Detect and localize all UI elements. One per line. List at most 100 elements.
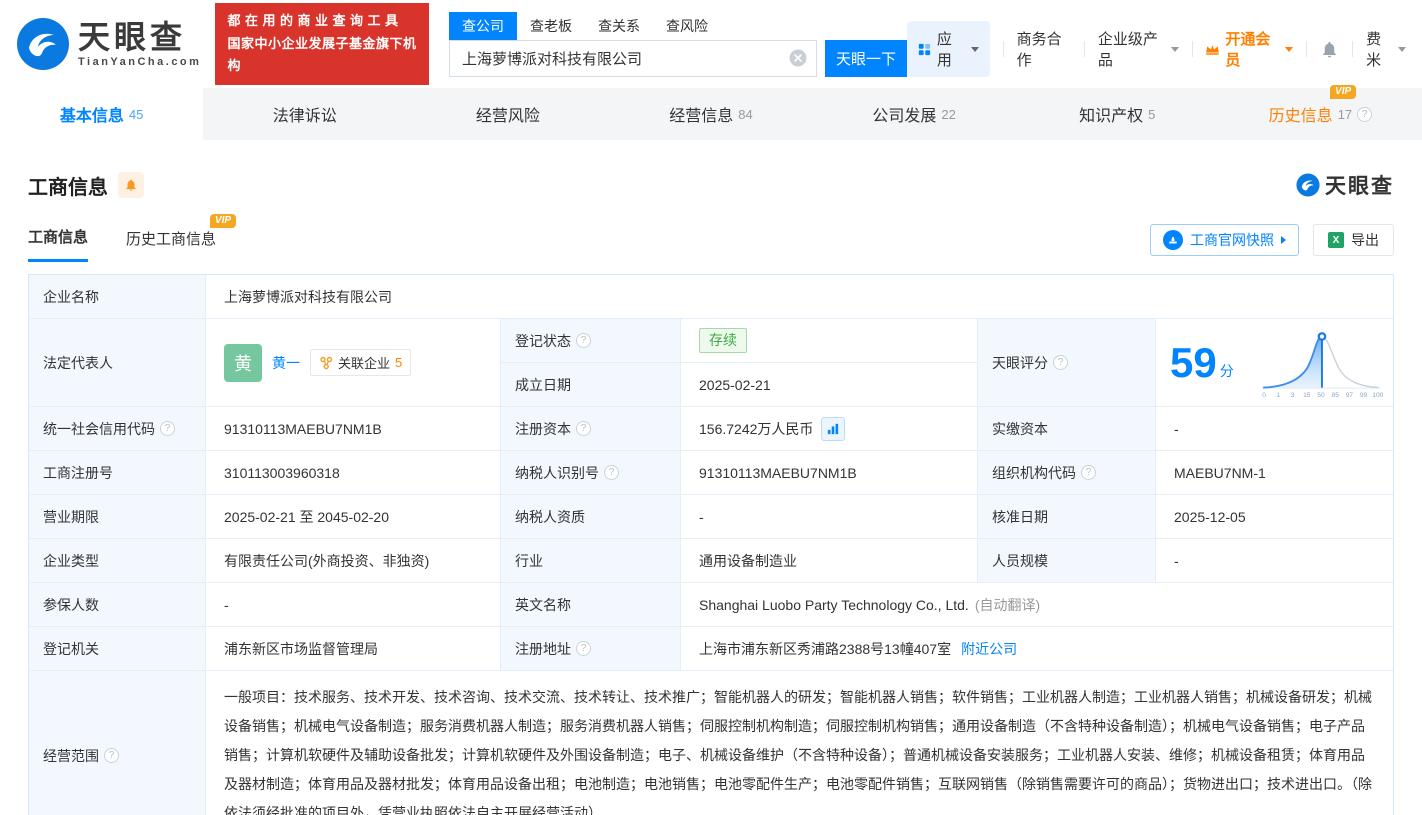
score-distribution-chart: 0 1 3 15 50 85 97 99 100: [1261, 331, 1384, 399]
apps-menu[interactable]: 应用: [907, 21, 990, 77]
svg-text:85: 85: [1332, 392, 1340, 399]
network-icon: [320, 356, 333, 369]
subtab-history-registration[interactable]: 历史工商信息 VIP: [126, 213, 237, 261]
label-text: 注册地址: [515, 640, 571, 657]
tab-count: 45: [128, 106, 144, 122]
tab-operational-risk[interactable]: 经营风险: [406, 88, 609, 140]
help-icon[interactable]: ?: [1081, 465, 1096, 480]
tianyancha-logo-icon: [17, 18, 69, 70]
label-text: 组织机构代码: [992, 464, 1076, 481]
en-name-label: 英文名称: [501, 583, 681, 626]
tab-company-development[interactable]: 公司发展 22: [813, 88, 1016, 140]
staff-size-label: 人员规模: [978, 539, 1156, 582]
help-icon[interactable]: ?: [576, 641, 591, 656]
chevron-down-icon: [1285, 46, 1294, 52]
business-term-value: 2025-02-21 至 2045-02-20: [206, 495, 501, 538]
help-icon[interactable]: ?: [1053, 355, 1068, 370]
business-scope-value: 一般项目：技术服务、技术开发、技术咨询、技术交流、技术转让、技术推广；智能机器人…: [206, 671, 1393, 815]
legal-rep-link[interactable]: 黄一: [272, 353, 300, 373]
table-row: 经营范围 ? 一般项目：技术服务、技术开发、技术咨询、技术交流、技术转让、技术推…: [29, 671, 1393, 815]
search-button[interactable]: 天眼一下: [825, 39, 907, 77]
search-tab-relation[interactable]: 查关系: [585, 12, 653, 40]
vip-label: 开通会员: [1225, 31, 1271, 69]
en-name-value: Shanghai Luobo Party Technology Co., Ltd…: [681, 583, 1393, 626]
open-vip-link[interactable]: 开通会员: [1205, 28, 1294, 70]
tab-business-info[interactable]: 经营信息 84: [609, 88, 812, 140]
brand-slogan: 都在用的商业查询工具 国家中小企业发展子基金旗下机构: [215, 2, 429, 86]
search-tab-boss[interactable]: 查老板: [517, 12, 585, 40]
score-label: 天眼评分 ?: [978, 319, 1156, 406]
insured-count-value: -: [206, 583, 501, 626]
reg-capital-value: 156.7242万人民币: [681, 407, 978, 450]
tab-label: 经营信息: [669, 108, 734, 125]
tab-intellectual-property[interactable]: 知识产权 5: [1016, 88, 1219, 140]
capital-chart-icon[interactable]: [821, 416, 846, 441]
user-menu[interactable]: 费米: [1366, 28, 1406, 70]
export-button[interactable]: X 导出: [1313, 224, 1394, 256]
svg-text:50: 50: [1317, 392, 1325, 399]
est-date-value: 2025-02-21: [681, 363, 978, 406]
search-tab-risk[interactable]: 查风险: [653, 12, 721, 40]
company-name-value: 上海萝博派对科技有限公司: [206, 275, 1393, 318]
tab-label: 基本信息: [59, 108, 124, 125]
reg-capital-text: 156.7242万人民币: [699, 420, 814, 437]
chevron-down-icon: [1170, 46, 1179, 52]
table-row: 法定代表人 黄 黄一 关联企业 5 登记状态 ? 存续 成立日期 2025-02…: [29, 319, 1393, 407]
watermark-text: 天眼查: [1325, 175, 1394, 198]
tab-label: 法律诉讼: [272, 108, 337, 125]
help-icon[interactable]: ?: [1357, 106, 1373, 122]
official-snapshot-button[interactable]: 工商官网快照: [1150, 224, 1299, 256]
snapshot-label: 工商官网快照: [1190, 232, 1274, 248]
tab-basic-info[interactable]: 基本信息 45: [0, 88, 204, 140]
uscc-value: 91310113MAEBU7NM1B: [206, 407, 501, 450]
subscribe-bell-icon[interactable]: [118, 172, 144, 198]
svg-text:3: 3: [1291, 392, 1295, 399]
paid-capital-label: 实缴资本: [978, 407, 1156, 450]
org-code-label: 组织机构代码 ?: [978, 451, 1156, 494]
main-content: 工商信息 天眼查 工商信息 历史工商信息 VIP 工商官网快照 X 导出 企业名…: [0, 140, 1422, 815]
business-scope-label: 经营范围 ?: [29, 671, 206, 815]
help-icon[interactable]: ?: [104, 748, 119, 763]
taxpayer-qual-value: -: [681, 495, 978, 538]
table-subrow: 登记状态 ? 存续: [501, 319, 978, 363]
related-companies-badge[interactable]: 关联企业 5: [310, 349, 412, 376]
search-input[interactable]: [449, 39, 817, 77]
score-value: 59 分 0 1 3 15 50 85 97 99 100: [1156, 319, 1393, 406]
org-code-value: MAEBU7NM-1: [1156, 451, 1393, 494]
help-icon[interactable]: ?: [160, 421, 175, 436]
clear-search-icon[interactable]: [789, 49, 807, 67]
tab-count: 17: [1337, 106, 1353, 122]
reg-status-value: 存续: [681, 319, 978, 362]
help-icon[interactable]: ?: [576, 421, 591, 436]
table-row: 营业期限 2025-02-21 至 2045-02-20 纳税人资质 - 核准日…: [29, 495, 1393, 539]
divider: [1191, 41, 1193, 57]
subtab-label: 历史工商信息: [126, 230, 217, 248]
tianyancha-logo[interactable]: 天眼查 TianYanCha.com: [16, 17, 201, 71]
nav-business-cooperation[interactable]: 商务合作: [1017, 28, 1071, 70]
brand-name: 天眼查: [78, 18, 187, 55]
related-companies-label: 关联企业: [338, 356, 391, 371]
slogan-line-2: 国家中小企业发展子基金旗下机构: [227, 35, 417, 74]
arrow-right-icon: [1281, 236, 1286, 244]
apps-grid-icon: [918, 43, 931, 55]
export-label: 导出: [1351, 232, 1379, 248]
notifications-bell-icon[interactable]: [1320, 40, 1339, 59]
company-type-label: 企业类型: [29, 539, 206, 582]
search-tab-company[interactable]: 查公司: [449, 11, 517, 40]
status-badge: 存续: [699, 328, 747, 353]
help-icon[interactable]: ?: [576, 333, 591, 348]
nav-enterprise-products[interactable]: 企业级产品: [1098, 28, 1179, 70]
tab-history-info[interactable]: VIP 历史信息 17 ?: [1219, 85, 1422, 140]
legal-rep-avatar: 黄: [224, 343, 262, 382]
business-term-label: 营业期限: [29, 495, 206, 538]
tab-label: 经营风险: [475, 108, 540, 125]
paid-capital-value: -: [1156, 407, 1393, 450]
tab-count: 84: [738, 106, 753, 122]
vip-badge: VIP: [1330, 85, 1357, 99]
label-text: 统一社会信用代码: [43, 420, 155, 437]
subtab-business-registration[interactable]: 工商信息: [28, 226, 89, 262]
tab-legal-proceedings[interactable]: 法律诉讼: [203, 88, 406, 140]
slogan-line-1: 都在用的商业查询工具: [227, 12, 403, 28]
help-icon[interactable]: ?: [604, 465, 619, 480]
nearby-companies-link[interactable]: 附近公司: [961, 639, 1017, 659]
